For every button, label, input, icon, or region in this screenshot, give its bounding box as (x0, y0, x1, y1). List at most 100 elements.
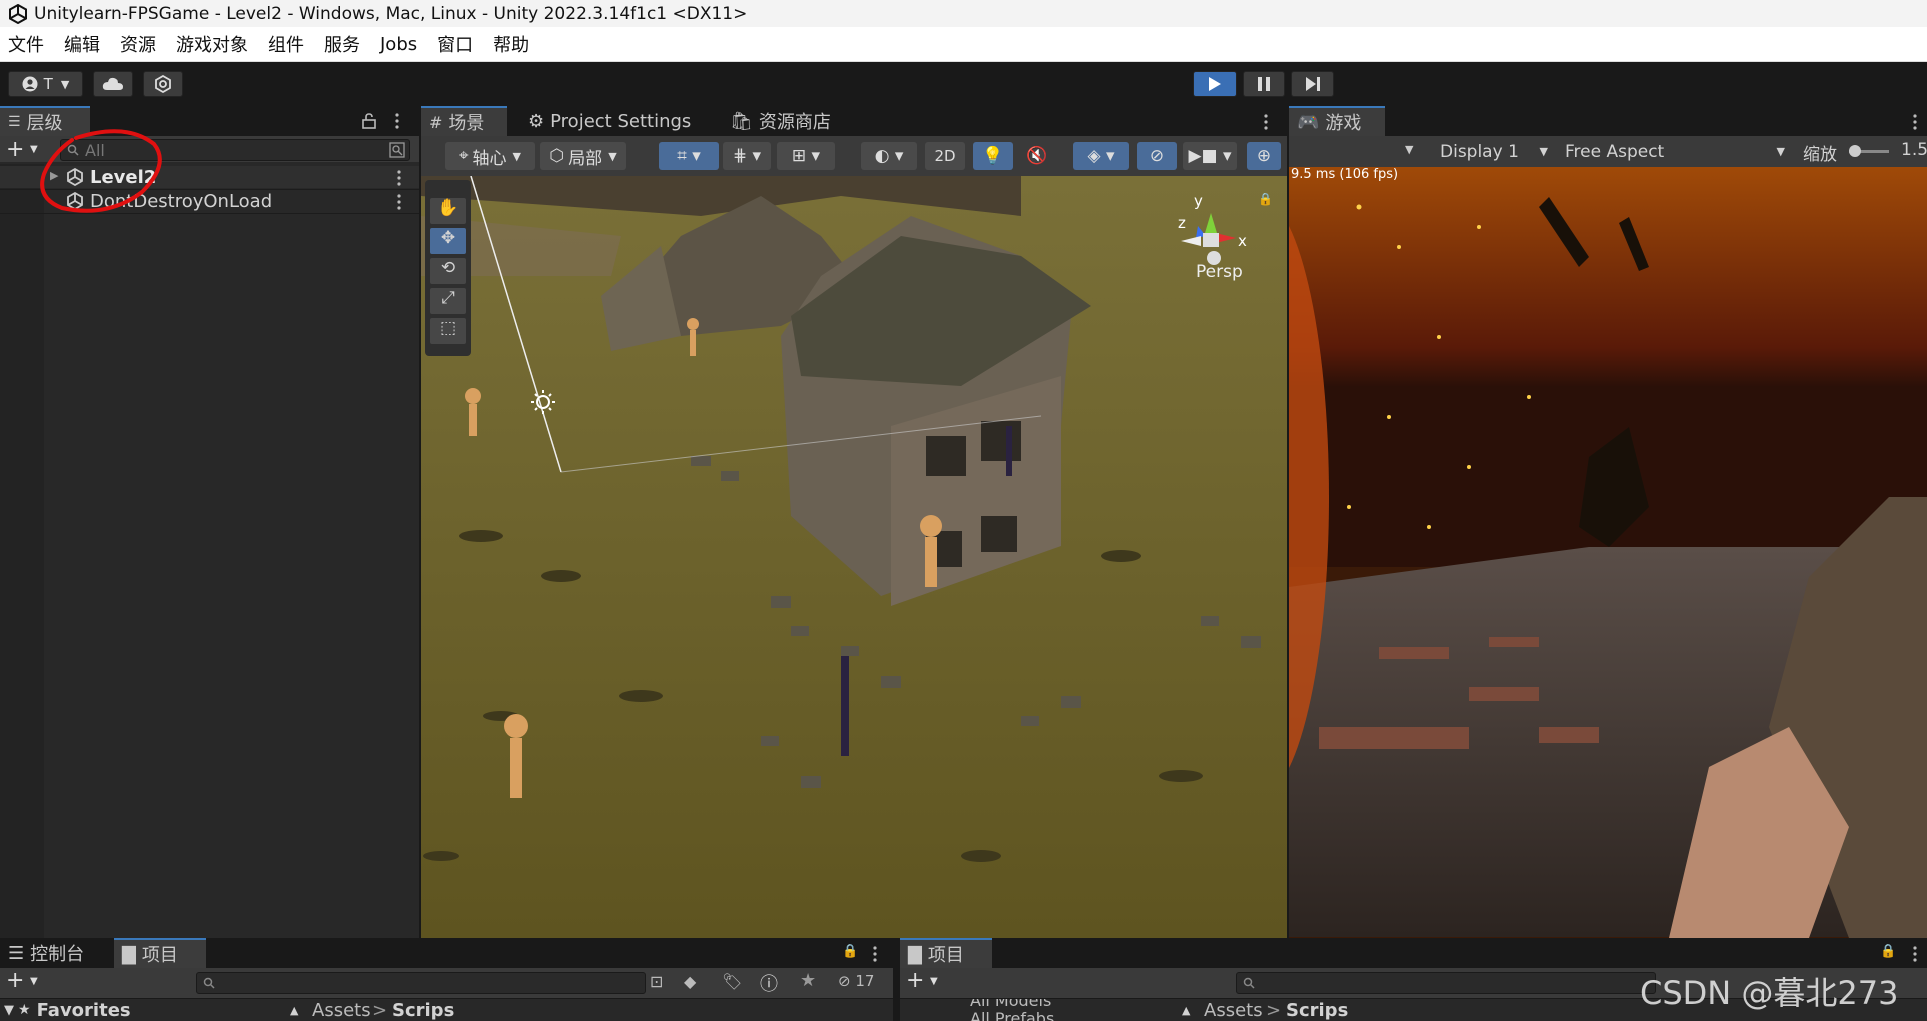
tag-icon[interactable]: 🏷 (722, 972, 742, 991)
2d-toggle-button[interactable]: 2D (925, 142, 965, 170)
breadcrumb-separator: > (372, 999, 388, 1021)
hand-tool-button[interactable]: ✋ (430, 198, 466, 224)
cloud-button[interactable] (93, 71, 133, 97)
menu-edit[interactable]: 编辑 (64, 31, 100, 57)
hidden-count-toggle[interactable]: ⊘ 17 (838, 972, 874, 990)
gamepad-icon: 🎮 (1297, 111, 1320, 133)
local-label: 局部 (568, 148, 603, 169)
warning-icon[interactable]: ⓘ (760, 970, 778, 996)
tab-project-right[interactable]: ▇ 项目 (900, 938, 992, 968)
scale-tool-button[interactable]: ⤢ (430, 288, 466, 314)
fps-readout: 9.5 ms (106 fps) (1291, 167, 1399, 182)
local-dropdown[interactable]: ⬡ 局部 ▼ (540, 142, 626, 170)
scale-slider-handle[interactable] (1849, 145, 1861, 157)
project-search-input[interactable] (196, 972, 646, 994)
account-dropdown[interactable]: T ▼ (8, 71, 83, 97)
pause-button[interactable] (1243, 71, 1285, 97)
chevron-down-icon[interactable]: ▼ (30, 976, 38, 987)
expand-arrow-icon[interactable]: ▼ (4, 1003, 14, 1018)
menu-help[interactable]: 帮助 (493, 31, 529, 57)
aspect-dropdown[interactable]: Free Aspect ▼ (1557, 139, 1789, 164)
rotate-tool-button[interactable]: ⟲ (430, 258, 466, 284)
rect-icon: ⬚ (439, 318, 457, 338)
step-icon (1305, 76, 1321, 92)
tab-scene[interactable]: # 场景 (421, 106, 507, 136)
lock-icon[interactable] (362, 113, 376, 129)
kebab-menu-icon[interactable] (396, 170, 402, 186)
move-tool-button[interactable]: ✥ (430, 228, 466, 254)
increment-snap-button[interactable]: ⋕ ▾ (723, 142, 771, 170)
pause-icon (1257, 76, 1271, 92)
rect-tool-button[interactable]: ⬚ (430, 318, 466, 344)
tab-project-left[interactable]: ▇ 项目 (114, 938, 206, 968)
add-asset-button[interactable]: + (906, 968, 924, 993)
tab-asset-store[interactable]: 🛍 资源商店 (722, 106, 839, 136)
lock-icon[interactable]: 🔒 (1880, 944, 1896, 959)
breadcrumb-assets[interactable]: Assets (312, 1000, 371, 1021)
kebab-menu-icon[interactable] (872, 946, 878, 962)
favorites-item[interactable]: All Prefabs (970, 1009, 1054, 1021)
menu-window[interactable]: 窗口 (437, 31, 473, 57)
mode-dropdown[interactable]: ▼ (1405, 143, 1413, 156)
game-view[interactable]: 9.5 ms (106 fps) (1289, 167, 1927, 938)
favorites-label[interactable]: Favorites (37, 1000, 131, 1021)
lighting-toggle-button[interactable]: 💡 (973, 142, 1013, 170)
breadcrumb-assets[interactable]: Assets (1204, 1000, 1263, 1021)
persp-label[interactable]: Persp (1196, 262, 1243, 282)
project-right-search-input[interactable] (1236, 972, 1656, 994)
pivot-label: 轴心 (472, 148, 507, 169)
audio-toggle-button[interactable]: 🔇 (1017, 142, 1057, 170)
collapse-icon[interactable]: ▲ (290, 1004, 298, 1017)
add-object-button[interactable]: + (6, 137, 24, 162)
project-left-content: ▼ ★ Favorites ▲ Assets > Scrips (0, 999, 893, 1021)
breadcrumb-scrips[interactable]: Scrips (392, 1000, 454, 1021)
kebab-menu-icon[interactable] (1912, 946, 1918, 962)
tab-asset-store-label: 资源商店 (758, 112, 831, 133)
display-dropdown[interactable]: Display 1 ▼ (1432, 139, 1552, 164)
kebab-menu-icon[interactable] (1263, 114, 1269, 130)
red-annotation-circle (40, 129, 162, 213)
menu-jobs[interactable]: Jobs (380, 34, 417, 55)
aspect-label: Free Aspect (1565, 141, 1665, 162)
step-button[interactable] (1291, 71, 1334, 97)
breadcrumb-scrips[interactable]: Scrips (1286, 1000, 1348, 1021)
menu-component[interactable]: 组件 (268, 31, 304, 57)
tab-project-settings[interactable]: ⚙ Project Settings (520, 106, 699, 136)
kebab-menu-icon[interactable] (396, 194, 402, 210)
play-button[interactable] (1193, 71, 1237, 97)
add-asset-button[interactable]: + (6, 968, 24, 993)
star-icon[interactable]: ★ (800, 970, 816, 991)
effects-button[interactable]: ◈ ▾ (1073, 142, 1129, 170)
star-icon: ★ (18, 1002, 31, 1018)
search-filter-icon[interactable]: ⊡ (650, 972, 663, 991)
chevron-down-icon: ▼ (608, 149, 617, 163)
ruler-button[interactable]: ⊞ ▾ (777, 142, 835, 170)
collapse-icon[interactable]: ▲ (1182, 1004, 1190, 1017)
settings-button[interactable] (143, 71, 183, 97)
type-filter-icon[interactable]: ◆ (684, 972, 696, 991)
tab-console[interactable]: ☰ 控制台 (0, 938, 92, 968)
menu-file[interactable]: 文件 (8, 31, 44, 57)
gizmos-button[interactable]: ⊕ (1247, 142, 1281, 170)
visibility-toggle-button[interactable]: ⊘ (1137, 142, 1177, 170)
gizmo-lock-icon[interactable]: 🔒 (1258, 192, 1273, 206)
kebab-menu-icon[interactable] (1912, 114, 1918, 130)
camera-button[interactable]: ▶■ ▾ (1183, 142, 1237, 170)
display-label: Display 1 (1440, 141, 1519, 162)
scene-gizmo[interactable]: y z x 🔒 Persp (1156, 178, 1276, 308)
pivot-dropdown[interactable]: ⌖ 轴心 ▼ (445, 142, 535, 170)
chevron-down-icon[interactable]: ▼ (930, 976, 938, 987)
search-filter-icon[interactable] (389, 142, 405, 158)
scene-view[interactable]: ✋ ✥ ⟲ ⤢ ⬚ y z x 🔒 Persp (421, 176, 1287, 938)
menu-gameobject[interactable]: 游戏对象 (176, 31, 248, 57)
tab-game[interactable]: 🎮 游戏 (1289, 106, 1385, 136)
lock-icon[interactable]: 🔒 (842, 944, 858, 959)
kebab-menu-icon[interactable] (394, 113, 400, 129)
menu-assets[interactable]: 资源 (120, 31, 156, 57)
menu-services[interactable]: 服务 (324, 31, 360, 57)
grid-snap-button[interactable]: ⌗ ▾ (659, 142, 719, 170)
draw-mode-button[interactable]: ◐ ▾ (861, 142, 917, 170)
project-left-toolbar: + ▼ ⊡ ◆ 🏷 ⓘ ★ ⊘ 17 (0, 968, 893, 998)
chevron-down-icon: ▼ (1539, 145, 1548, 158)
scale-slider[interactable] (1849, 145, 1889, 157)
